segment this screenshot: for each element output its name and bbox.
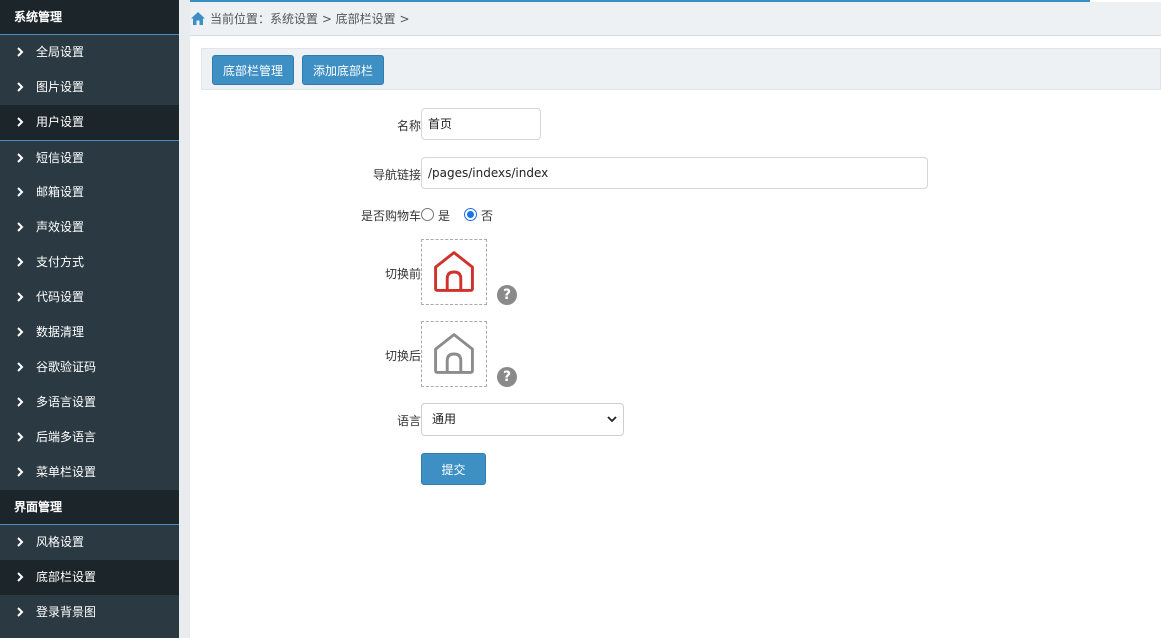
sidebar-item-label: 用户设置	[36, 115, 85, 129]
chevron-right-icon	[17, 257, 24, 267]
cart-no-label: 否	[481, 209, 494, 223]
sidebar-section-interface: 界面管理	[0, 490, 179, 525]
sidebar-item-sms-settings[interactable]: 短信设置	[0, 140, 179, 175]
add-bottombar-button[interactable]: 添加底部栏	[302, 55, 385, 85]
sidebar-item-label: 短信设置	[36, 151, 85, 165]
help-icon[interactable]: ?	[497, 285, 517, 305]
cart-no-radio[interactable]	[464, 208, 477, 221]
link-input[interactable]: /pages/indexs/index	[421, 157, 928, 189]
sidebar-item-data-cleanup[interactable]: 数据清理	[0, 315, 179, 350]
after-image-label: 切换后	[384, 349, 421, 363]
breadcrumb-text: 当前位置：系统设置 > 底部栏设置 >	[210, 12, 410, 26]
toolbar: 底部栏管理 添加底部栏	[201, 48, 1161, 90]
chevron-right-icon	[17, 82, 24, 92]
sidebar-item-label: 支付方式	[36, 255, 85, 269]
sidebar-section-system: 系统管理	[0, 0, 179, 35]
link-label: 导航链接	[372, 168, 421, 182]
sidebar-item-login-background[interactable]: 登录背景图	[0, 595, 179, 630]
before-image-label: 切换前	[384, 267, 421, 281]
submit-button[interactable]: 提交	[421, 453, 486, 485]
sidebar-item-label: 底部栏设置	[36, 570, 97, 584]
breadcrumb: 当前位置：系统设置 > 底部栏设置 >	[190, 2, 1161, 36]
chevron-right-icon	[17, 153, 24, 163]
sidebar-item-label: 代码设置	[36, 290, 85, 304]
chevron-right-icon	[17, 432, 24, 442]
sidebar-item-label: 全局设置	[36, 45, 85, 59]
chevron-right-icon	[17, 467, 24, 477]
sidebar-item-image-settings[interactable]: 图片设置	[0, 70, 179, 105]
sidebar-item-menubar-settings[interactable]: 菜单栏设置	[0, 455, 179, 490]
sidebar-item-style-settings[interactable]: 风格设置	[0, 525, 179, 560]
sidebar-item-label: 图片设置	[36, 80, 85, 94]
chevron-right-icon	[17, 47, 24, 57]
chevron-right-icon	[17, 397, 24, 407]
language-select-value: 通用	[432, 412, 457, 426]
sidebar-item-label: 菜单栏设置	[36, 465, 97, 479]
chevron-right-icon	[17, 117, 24, 127]
language-label: 语言	[396, 414, 421, 428]
home-active-icon	[434, 251, 474, 292]
chevron-right-icon	[17, 572, 24, 582]
sidebar-item-label: 声效设置	[36, 220, 85, 234]
home-icon	[191, 12, 205, 25]
sidebar-item-label: 数据清理	[36, 325, 85, 339]
sidebar: 系统管理 全局设置 图片设置 用户设置 短信设置 邮箱设置 声效设置 支付方式 …	[0, 0, 179, 638]
chevron-right-icon	[17, 537, 24, 547]
help-icon[interactable]: ?	[497, 367, 517, 387]
sidebar-item-label: 多语言设置	[36, 395, 97, 409]
chevron-right-icon	[17, 222, 24, 232]
name-label: 名称	[396, 119, 421, 133]
language-select[interactable]: 通用	[421, 403, 624, 436]
sidebar-item-code-settings[interactable]: 代码设置	[0, 280, 179, 315]
sidebar-item-email-settings[interactable]: 邮箱设置	[0, 175, 179, 210]
sidebar-item-multilang-settings[interactable]: 多语言设置	[0, 385, 179, 420]
sidebar-item-label: 风格设置	[36, 535, 85, 549]
chevron-right-icon	[17, 362, 24, 372]
chevron-down-icon	[607, 416, 617, 423]
sidebar-item-label: 邮箱设置	[36, 185, 85, 199]
sidebar-item-backend-multilang[interactable]: 后端多语言	[0, 420, 179, 455]
before-image-upload[interactable]	[421, 239, 487, 305]
cart-label: 是否购物车	[360, 209, 421, 223]
cart-yes-label: 是	[438, 209, 451, 223]
sidebar-item-sound-settings[interactable]: 声效设置	[0, 210, 179, 245]
sidebar-item-bottombar-settings[interactable]: 底部栏设置	[0, 560, 179, 595]
name-input[interactable]: 首页	[421, 108, 541, 140]
after-image-upload[interactable]	[421, 321, 487, 387]
sidebar-item-label: 登录背景图	[36, 605, 97, 619]
chevron-right-icon	[17, 187, 24, 197]
sidebar-item-google-captcha[interactable]: 谷歌验证码	[0, 350, 179, 385]
chevron-right-icon	[17, 327, 24, 337]
cart-yes-radio[interactable]	[421, 208, 434, 221]
chevron-right-icon	[17, 292, 24, 302]
sidebar-item-payment-methods[interactable]: 支付方式	[0, 245, 179, 280]
sidebar-item-label: 谷歌验证码	[36, 360, 97, 374]
bottombar-manage-button[interactable]: 底部栏管理	[212, 55, 295, 85]
sidebar-item-label: 后端多语言	[36, 430, 97, 444]
sidebar-item-global-settings[interactable]: 全局设置	[0, 35, 179, 70]
main-content: 当前位置：系统设置 > 底部栏设置 > 底部栏管理 添加底部栏 名称 首页 导航…	[179, 0, 1161, 638]
home-inactive-icon	[434, 333, 474, 374]
chevron-right-icon	[17, 607, 24, 617]
sidebar-item-user-settings[interactable]: 用户设置	[0, 105, 179, 140]
